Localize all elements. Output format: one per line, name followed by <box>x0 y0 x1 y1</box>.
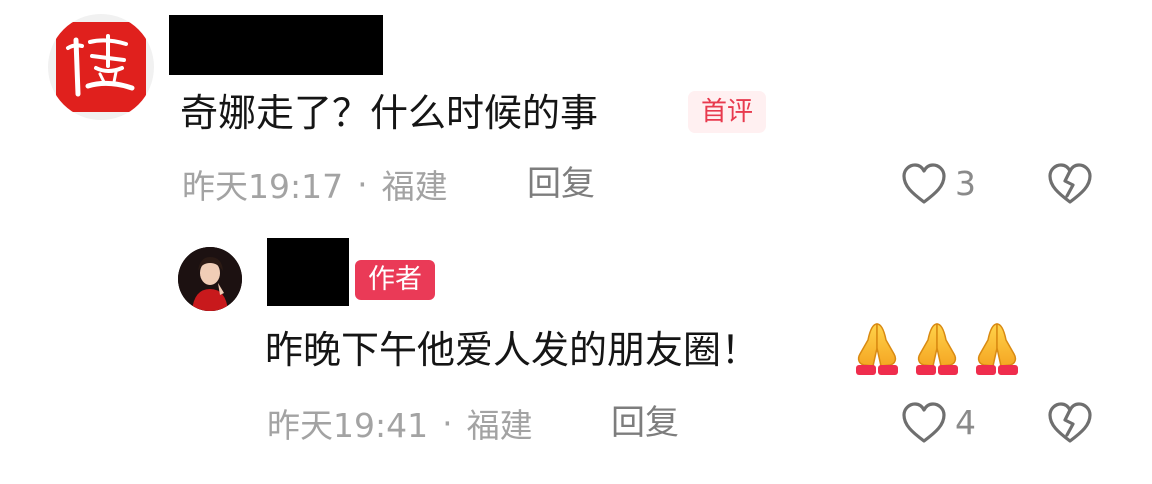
comment-location: 福建 <box>381 167 448 206</box>
like-count: 4 <box>955 403 976 442</box>
commenter-avatar[interactable] <box>48 14 154 120</box>
reply-meta: 昨天19:41 · 福建 <box>267 399 533 447</box>
comment-text: 奇娜走了？什么时候的事 <box>180 91 599 135</box>
dislike-broken-heart-icon[interactable] <box>1046 401 1094 445</box>
reply-button[interactable]: 回复 <box>527 160 595 208</box>
like-count: 3 <box>955 164 976 203</box>
dislike-broken-heart-icon[interactable] <box>1046 162 1094 206</box>
folded-hands-emoji-icon <box>856 323 898 375</box>
reply-location: 福建 <box>466 406 533 445</box>
comment-meta: 昨天19:17 · 福建 <box>182 160 448 208</box>
folded-hands-emoji-icon <box>976 323 1018 375</box>
reply-time: 昨天19:41 <box>267 406 429 445</box>
emoji-group <box>848 318 1026 378</box>
folded-hands-emoji-icon <box>916 323 958 375</box>
comment-time: 昨天19:17 <box>182 167 344 206</box>
first-comment-badge: 首评 <box>688 91 767 133</box>
woman-portrait-icon <box>178 247 242 311</box>
redacted-author-name <box>267 238 349 306</box>
meta-separator: · <box>442 403 453 443</box>
reply-button[interactable]: 回复 <box>611 399 679 447</box>
red-seal-icon <box>56 22 146 112</box>
meta-separator: · <box>357 164 368 204</box>
redacted-username <box>169 15 383 75</box>
like-heart-icon[interactable] <box>900 401 948 445</box>
like-heart-icon[interactable] <box>900 162 948 206</box>
author-avatar[interactable] <box>178 247 242 311</box>
author-badge: 作者 <box>355 260 435 300</box>
reply-text: 昨晚下午他爱人发的朋友圈！ <box>265 328 760 372</box>
